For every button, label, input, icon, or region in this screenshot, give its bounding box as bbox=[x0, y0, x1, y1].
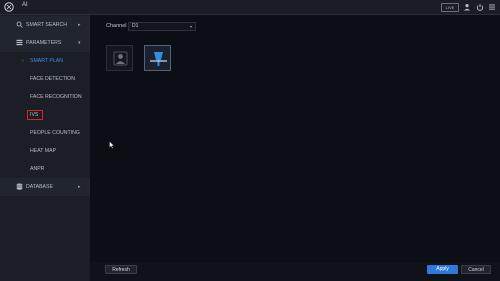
mouse-cursor-icon bbox=[109, 141, 115, 149]
channel-value: D1 bbox=[132, 23, 139, 29]
cancel-button[interactable]: Cancel bbox=[461, 265, 491, 274]
sidebar-item-face-recognition[interactable]: FACE RECOGNITION bbox=[0, 88, 90, 106]
sidebar-item-anpr[interactable]: ANPR bbox=[0, 160, 90, 178]
face-plan-icon bbox=[113, 51, 128, 66]
ai-logo-icon bbox=[4, 2, 14, 12]
sidebar-item-smart-plan[interactable]: › SMART PLAN bbox=[0, 52, 90, 70]
live-button[interactable]: LIVE bbox=[441, 3, 459, 12]
search-icon bbox=[16, 21, 23, 28]
apply-button[interactable]: Apply bbox=[427, 265, 458, 274]
sidebar-item-label: PARAMETERS bbox=[26, 40, 62, 46]
ivs-plan-icon bbox=[150, 52, 167, 66]
sidebar-item-label: DATABASE bbox=[26, 184, 53, 190]
sidebar-item-label: HEAT MAP bbox=[30, 148, 57, 154]
refresh-button[interactable]: Refresh bbox=[105, 265, 137, 274]
database-icon bbox=[16, 183, 23, 190]
sidebar-item-heat-map[interactable]: HEAT MAP bbox=[0, 142, 90, 160]
sidebar-item-smart-search[interactable]: SMART SEARCH ▸ bbox=[0, 16, 90, 34]
selected-arrow-icon: › bbox=[22, 57, 24, 64]
sidebar-item-label: ANPR bbox=[30, 166, 45, 172]
app-title: AI bbox=[22, 2, 28, 8]
chevron-down-icon: ▾ bbox=[78, 40, 81, 46]
menu-icon[interactable] bbox=[488, 3, 496, 11]
chevron-right-icon: ▸ bbox=[78, 184, 81, 190]
sidebar: SMART SEARCH ▸ PARAMETERS ▾ › SMART PLAN… bbox=[0, 15, 90, 281]
channel-label: Channel bbox=[106, 23, 127, 29]
chevron-right-icon: ▸ bbox=[78, 22, 81, 28]
channel-select[interactable]: D1 ▾ bbox=[128, 22, 196, 31]
chevron-down-icon: ▾ bbox=[189, 24, 192, 29]
sidebar-item-label: FACE RECOGNITION bbox=[30, 94, 82, 100]
sidebar-item-parameters[interactable]: PARAMETERS ▾ bbox=[0, 34, 90, 52]
parameters-icon bbox=[16, 39, 23, 46]
face-plan-tile[interactable] bbox=[106, 45, 133, 71]
user-icon[interactable] bbox=[463, 3, 471, 11]
sidebar-item-label: FACE DETECTION bbox=[30, 76, 75, 82]
sidebar-item-face-detection[interactable]: FACE DETECTION bbox=[0, 70, 90, 88]
sidebar-item-label: PEOPLE COUNTING bbox=[30, 130, 80, 136]
ivs-highlight-box bbox=[27, 110, 43, 120]
sidebar-item-label: SMART SEARCH bbox=[26, 22, 68, 28]
ivs-plan-tile[interactable] bbox=[144, 45, 171, 71]
power-icon[interactable] bbox=[476, 3, 484, 11]
sidebar-item-database[interactable]: DATABASE ▸ bbox=[0, 178, 90, 196]
sidebar-item-ivs[interactable]: IVS bbox=[0, 106, 90, 124]
sidebar-item-label: SMART PLAN bbox=[30, 58, 63, 64]
sidebar-item-people-counting[interactable]: PEOPLE COUNTING bbox=[0, 124, 90, 142]
title-bar: AI LIVE bbox=[0, 0, 500, 15]
